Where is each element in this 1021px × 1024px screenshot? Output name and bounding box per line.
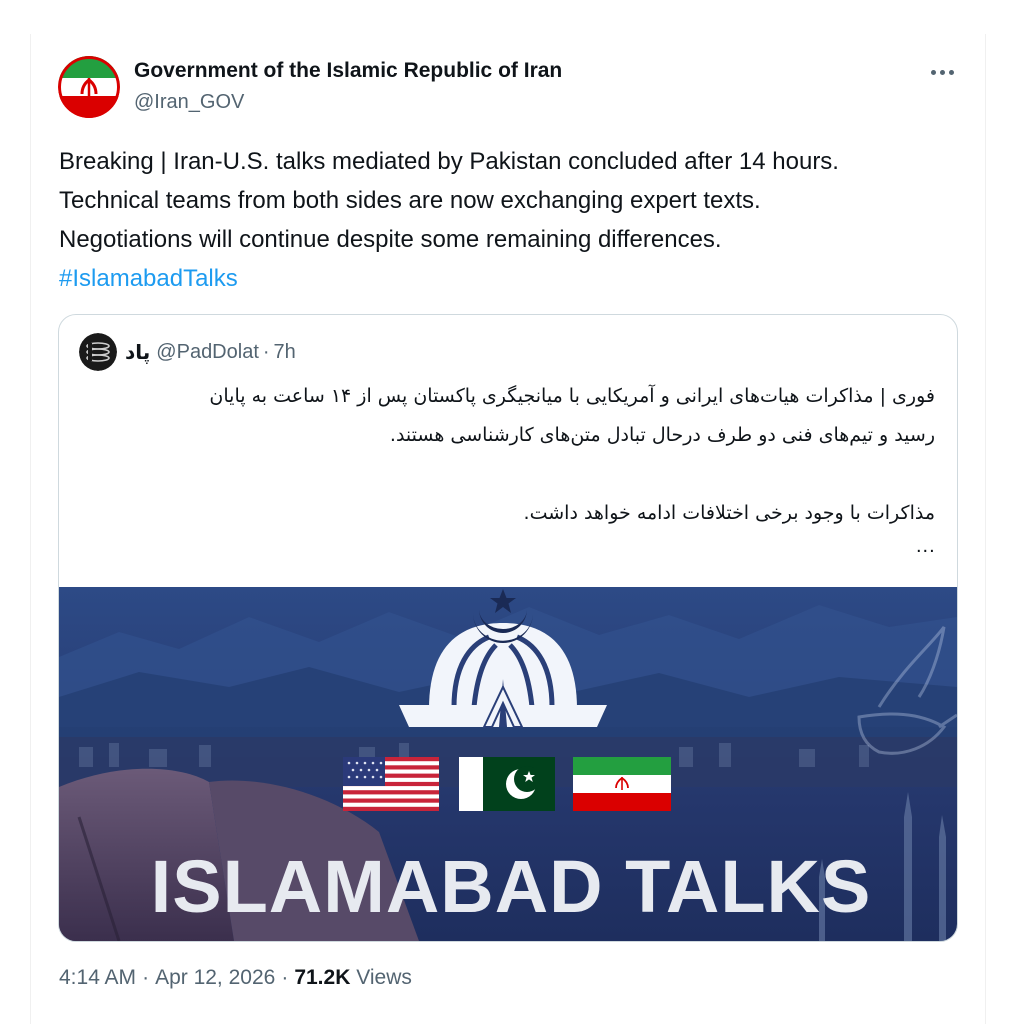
quote-paragraph-gap [79,455,935,494]
pad-logo-avatar-icon [79,333,117,371]
author-handle[interactable]: @Iran_GOV [134,89,562,115]
islamabad-talks-graphic: ISLAMABAD TALKS [59,587,957,941]
tweet-text-line: Technical teams from both sides are now … [59,187,761,214]
hashtag-link[interactable]: #IslamabadTalks [59,265,238,292]
image-title-text: ISLAMABAD TALKS [151,845,872,928]
tweet-footer: 4:14 AM · Apr 12, 2026 · 71.2K Views [59,966,412,990]
quote-media-image[interactable]: ISLAMABAD TALKS [59,587,957,941]
more-dot [948,69,954,75]
quote-separator: · [262,340,270,363]
quote-text: فوری | مذاکرات هیات‌های ایرانی و آمریکای… [79,377,935,533]
quote-display-name[interactable]: پاد [125,340,150,365]
views-count[interactable]: 71.2K [294,966,350,989]
more-options-button[interactable] [922,58,962,86]
author-avatar[interactable] [58,56,120,118]
author-display-name[interactable]: Government of the Islamic Republic of Ir… [134,58,562,84]
footer-separator: · [281,966,289,989]
iran-emblem-avatar-icon [58,56,120,118]
quote-timestamp[interactable]: 7h [274,341,296,364]
tweet-text-line: Negotiations will continue despite some … [59,226,722,253]
tweet-text: Breaking | Iran-U.S. talks mediated by P… [59,142,979,298]
views-label: Views [356,966,412,989]
quote-header: پاد @PadDolat · 7h [79,333,296,371]
tweet-date[interactable]: Apr 12, 2026 [155,966,275,989]
quote-text-line: مذاکرات با وجود برخی اختلافات ادامه خواه… [523,502,935,524]
quote-avatar[interactable] [79,333,117,371]
quote-ellipsis: ... [916,535,936,557]
tweet-text-line: Breaking | Iran-U.S. talks mediated by P… [59,148,839,175]
more-horizontal-icon [930,69,936,75]
quote-text-line: رسید و تیم‌های فنی دو طرف درحال تبادل مت… [389,424,935,446]
quote-text-line: فوری | مذاکرات هیات‌های ایرانی و آمریکای… [209,385,935,407]
quoted-tweet[interactable]: پاد @PadDolat · 7h فوری | مذاکرات هیات‌ه… [58,314,958,942]
footer-separator: · [142,966,150,989]
usa-flag-icon [343,757,439,811]
quote-handle[interactable]: @PadDolat [156,341,259,364]
iran-flag-icon [573,757,671,811]
pakistan-flag-icon [459,757,555,811]
tweet-time[interactable]: 4:14 AM [59,966,136,989]
more-dot [939,69,945,75]
author-info: Government of the Islamic Republic of Ir… [134,58,562,115]
